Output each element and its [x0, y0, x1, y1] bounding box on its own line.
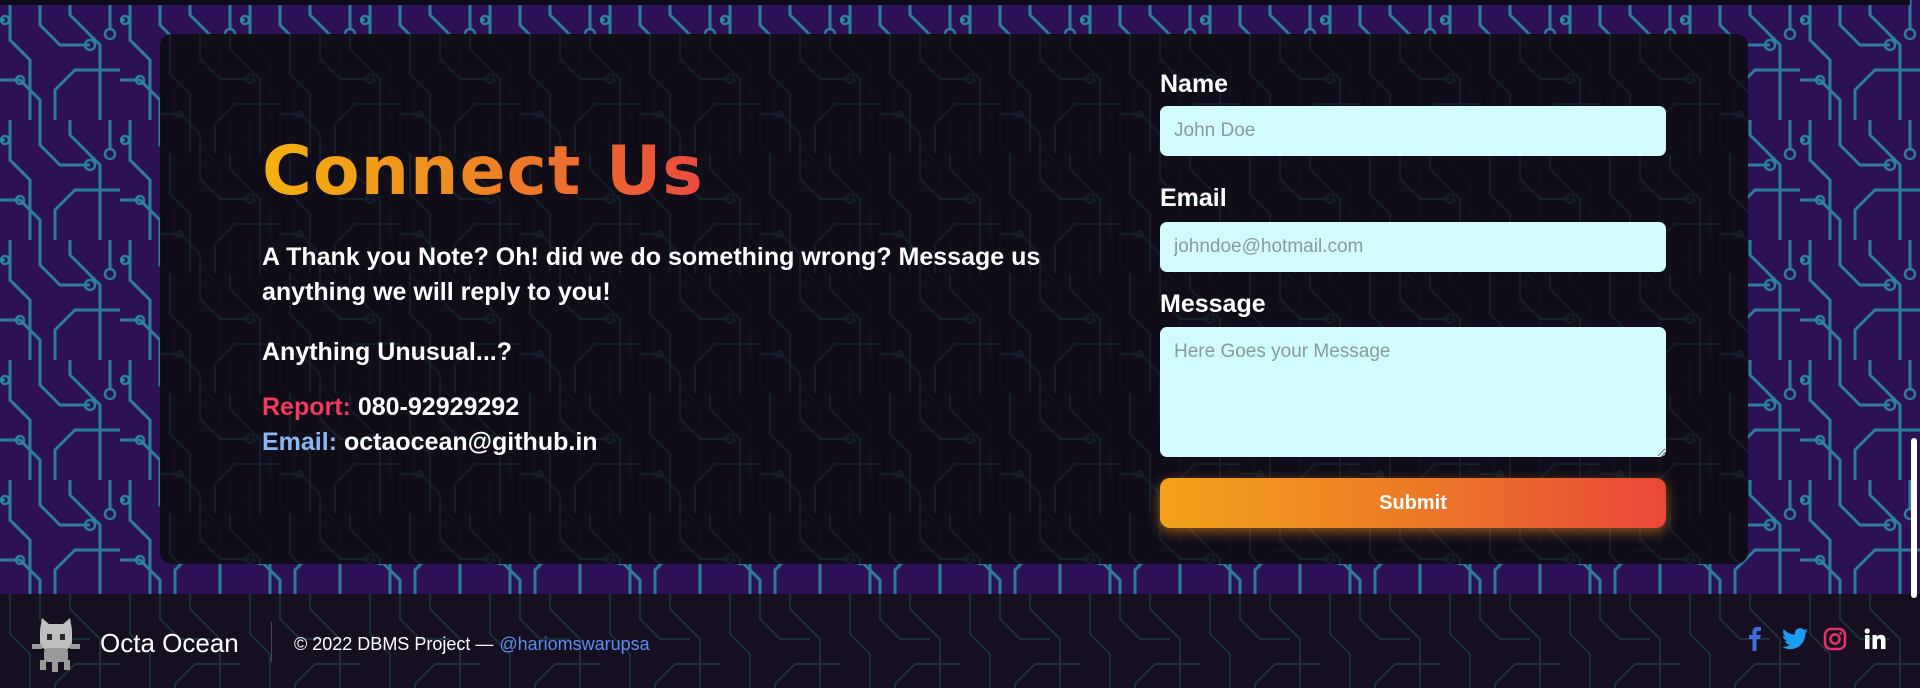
footer-circuit-pattern	[0, 594, 1920, 688]
copyright-text: © 2022 DBMS Project — @hariomswarupsa	[294, 634, 650, 655]
message-label: Message	[1160, 290, 1266, 318]
footer: Octa Ocean © 2022 DBMS Project — @harioms…	[0, 594, 1920, 688]
email-label: Email:	[262, 428, 338, 456]
facebook-icon[interactable]	[1740, 624, 1770, 654]
contact-email: octaocean@github.in	[343, 428, 598, 456]
brand-name[interactable]: Octa Ocean	[100, 628, 239, 659]
octocat-logo-icon[interactable]	[30, 616, 82, 672]
report-phone: 080-92929292	[357, 393, 520, 421]
scrollbar-thumb[interactable]	[1911, 438, 1917, 598]
name-label: Name	[1160, 70, 1229, 98]
author-handle-link[interactable]: @hariomswarupsa	[499, 634, 649, 654]
report-line: Report: 080-92929292	[262, 393, 519, 422]
copyright-label: © 2022 DBMS Project —	[294, 634, 494, 654]
twitter-icon[interactable]	[1780, 624, 1810, 654]
message-textarea[interactable]	[1160, 327, 1666, 457]
top-strip	[0, 0, 1910, 5]
contact-card: Connect Us A Thank you Note? Oh! did we …	[160, 34, 1748, 564]
footer-divider	[271, 622, 272, 662]
linkedin-icon[interactable]	[1860, 624, 1890, 654]
instagram-icon[interactable]	[1820, 624, 1850, 654]
contact-lead-text: A Thank you Note? Oh! did we do somethin…	[262, 243, 1041, 306]
submit-button[interactable]: Submit	[1160, 478, 1666, 528]
email-input[interactable]	[1160, 222, 1666, 272]
email-field-label: Email	[1160, 184, 1227, 212]
email-line: Email: octaocean@github.in	[262, 428, 598, 457]
name-input[interactable]	[1160, 106, 1666, 156]
page-title: Connect Us	[262, 132, 704, 211]
report-label: Report:	[262, 393, 351, 421]
unusual-text: Anything Unusual...?	[262, 338, 512, 366]
